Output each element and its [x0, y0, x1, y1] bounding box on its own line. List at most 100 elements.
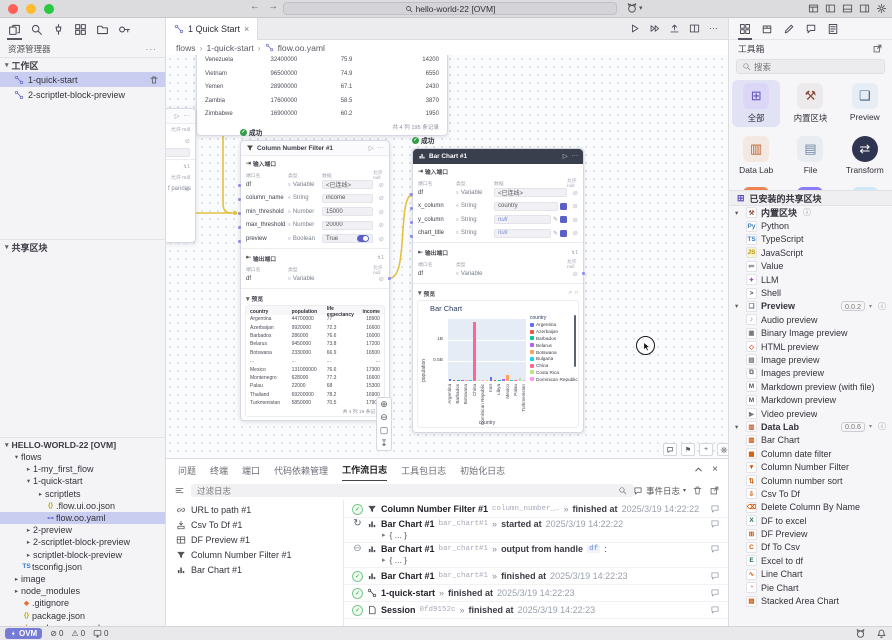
toolbox-row[interactable]: ▾ ◔ Pie Chart ▾ ⓘ: [729, 581, 892, 594]
nullable-icon[interactable]: ⊘: [379, 208, 384, 216]
more-actions-icon[interactable]: ···: [709, 23, 718, 34]
open-preview-icon[interactable]: ↗: [568, 290, 572, 296]
toolbox-row[interactable]: ▾ ⌫ Delete Column By Name ▾ ⓘ: [729, 501, 892, 514]
log-filter-input[interactable]: [191, 484, 634, 497]
toolbox-row[interactable]: ▾ M Markdown preview ▾ ⓘ: [729, 393, 892, 406]
command-center-search[interactable]: hello-world-22 [OVM]: [283, 2, 617, 15]
toolbox-row[interactable]: ▾ M Markdown preview (with file) ▾ ⓘ: [729, 380, 892, 393]
form-panel-icon[interactable]: [827, 18, 839, 40]
close-panel-icon[interactable]: ×: [712, 464, 718, 475]
log-comment-icon[interactable]: [710, 571, 720, 581]
preview-section-header[interactable]: ▾预览: [241, 291, 389, 304]
info-icon[interactable]: ⓘ: [878, 421, 886, 432]
toolbox-category[interactable]: [786, 184, 834, 190]
run-node-icon[interactable]: ▷: [175, 112, 180, 120]
fit-view-icon[interactable]: ▢: [380, 424, 389, 437]
log-comment-icon[interactable]: [710, 504, 720, 514]
workspace-item[interactable]: 1-quick-start: [0, 72, 165, 87]
tree-item[interactable]: ▸ 2-preview: [0, 524, 165, 536]
workspace-section-header[interactable]: ▾工作区: [0, 57, 165, 72]
popout-toolbox-icon[interactable]: [872, 43, 883, 54]
node-more-icon[interactable]: ···: [378, 144, 384, 152]
breadcrumb-item[interactable]: flows: [176, 43, 196, 53]
breadcrumb-item[interactable]: 1-quick-start: [206, 43, 253, 53]
tree-item[interactable]: ▾ 1-quick-start: [0, 475, 165, 487]
group-caret-icon[interactable]: ▾: [735, 423, 742, 431]
event-log-dropdown[interactable]: 事件日志▾: [633, 485, 686, 497]
nullable-icon[interactable]: ⊘: [185, 137, 190, 145]
log-node-item[interactable]: Column Number Filter #1: [166, 547, 343, 562]
toolbox-row[interactable]: ▾ C Df To Csv ▾ ⓘ: [729, 541, 892, 554]
log-comment-icon[interactable]: [710, 519, 720, 529]
log-comment-icon[interactable]: [710, 588, 720, 598]
toggle-sidebar-icon[interactable]: [825, 3, 836, 14]
toggle-panel-icon[interactable]: [842, 3, 853, 14]
toolbox-row[interactable]: ▾ ⧉ Images preview ▾ ⓘ: [729, 367, 892, 380]
log-comment-icon[interactable]: [710, 605, 720, 615]
toolbox-row[interactable]: ▾ ▶ Video preview ▾ ⓘ: [729, 407, 892, 420]
run-flow-icon[interactable]: [629, 23, 640, 34]
extensions-icon[interactable]: [74, 18, 87, 40]
canvas-settings-icon[interactable]: [717, 443, 728, 456]
clear-logs-icon[interactable]: [692, 485, 703, 496]
port-value-field[interactable]: null: [494, 229, 551, 238]
log-expand-row[interactable]: ▸{ ... }: [352, 554, 720, 567]
log-entry[interactable]: ↻ Bar Chart #1 bar_chart#1 » started at …: [344, 518, 728, 543]
add-node-icon[interactable]: +: [699, 443, 713, 456]
nullable-icon[interactable]: ⊘: [573, 189, 578, 197]
customize-layout-icon[interactable]: [808, 3, 819, 14]
log-entry[interactable]: ✓ Bar Chart #1 bar_chart#1 » finished at…: [344, 568, 728, 585]
tree-item[interactable]: ▸ 2-scriptlet-block-preview: [0, 536, 165, 548]
shared-blocks-section-header[interactable]: ▾共享区块: [0, 239, 165, 254]
toolbox-category[interactable]: ⊞ 全部: [732, 80, 780, 127]
toolbox-row[interactable]: ▾ ∿ Line Chart ▾ ⓘ: [729, 568, 892, 581]
toolbox-panel-icon[interactable]: [739, 18, 751, 40]
bind-column-icon[interactable]: [560, 203, 567, 210]
info-icon[interactable]: ⓘ: [803, 207, 811, 218]
toolbox-row[interactable]: ▾ ⇩ Csv To Df ▾ ⓘ: [729, 487, 892, 500]
editor-tab[interactable]: 1 Quick Start ×: [166, 18, 258, 40]
port-value-field[interactable]: <已连线>: [494, 188, 567, 197]
toolbox-row[interactable]: ▾ ◇ HTML preview ▾ ⓘ: [729, 340, 892, 353]
forward-icon[interactable]: →: [268, 1, 278, 12]
panel-tab[interactable]: 初始化日志: [460, 459, 505, 481]
tree-item[interactable]: TS tsconfig.json: [0, 561, 165, 573]
log-entry[interactable]: ✓ Session 0fd9152c » finished at 2025/3/…: [344, 602, 728, 619]
bell-icon[interactable]: [876, 628, 887, 639]
port-value-field[interactable]: <已连线>: [322, 180, 373, 189]
legend-scrollbar[interactable]: [574, 315, 576, 367]
mascot-menu-button[interactable]: ▾: [626, 2, 643, 14]
log-node-item[interactable]: Csv To Df #1: [166, 517, 343, 532]
tree-item[interactable]: ▾ flows: [0, 451, 165, 463]
toolbox-row[interactable]: ▾ ✦ LLM ▾ ⓘ: [729, 273, 892, 286]
bar-chart-node[interactable]: Bar Chart #1 ▷··· ⇥输入端口 端口名类型 数据允许 null …: [412, 148, 584, 433]
close-window-button[interactable]: [8, 4, 18, 14]
version-badge[interactable]: 0.0.6: [841, 422, 865, 432]
nullable-icon[interactable]: ⊘: [379, 235, 384, 243]
panel-tab[interactable]: 工具包日志: [401, 459, 446, 481]
nullable-icon[interactable]: ⊘: [573, 270, 578, 278]
toolbox-row[interactable]: ▾ ▼ Column Number Filter ▾ ⓘ: [729, 460, 892, 473]
mascot-icon[interactable]: [855, 628, 866, 639]
log-node-item[interactable]: Bar Chart #1: [166, 562, 343, 577]
flow-canvas[interactable]: –––– Venezuela3240000075.914200 Vietnam9…: [166, 55, 728, 458]
key-icon[interactable]: [118, 18, 131, 40]
run-node-icon[interactable]: ▷: [369, 144, 374, 152]
toolbox-row[interactable]: ▾ ≔ Value ▾ ⓘ: [729, 260, 892, 273]
edit-pen-icon[interactable]: ✎: [553, 230, 558, 237]
port-value-field[interactable]: null: [494, 215, 551, 224]
tree-item[interactable]: {} package.json: [0, 609, 165, 621]
export-logs-icon[interactable]: [709, 485, 720, 496]
tree-item[interactable]: ◆ .gitignore: [0, 597, 165, 609]
toolbox-row[interactable]: ▾ ▥ Data Lab 0.0.6 ▾ ⓘ: [729, 420, 892, 433]
clipped-node[interactable]: ▷··· 允许 null ⊘ ↯1 允许 null ⊘: [166, 108, 196, 243]
minimize-window-button[interactable]: [26, 4, 36, 14]
port-value-field[interactable]: income: [322, 194, 373, 203]
nullable-icon[interactable]: ⊘: [379, 194, 384, 202]
nullable-icon[interactable]: ⊘: [573, 216, 578, 224]
back-icon[interactable]: ←: [250, 1, 260, 12]
toolbox-row[interactable]: ▾ ⚒ 内置区块 ▾ ⓘ: [729, 206, 892, 219]
toolbox-row[interactable]: ▾ > Shell ▾ ⓘ: [729, 286, 892, 299]
info-icon[interactable]: ⓘ: [878, 301, 886, 312]
remote-status[interactable]: 0: [93, 629, 108, 638]
